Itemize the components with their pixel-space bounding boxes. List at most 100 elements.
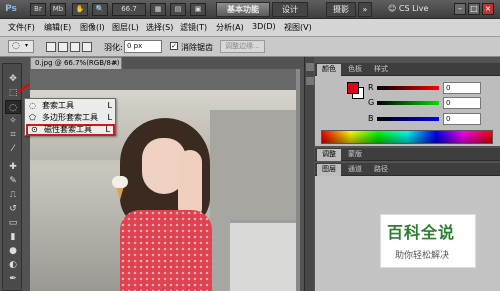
flyout-item-lasso[interactable]: ◌ 套索工具 L: [26, 100, 115, 112]
dodge-tool-icon[interactable]: ◐: [5, 258, 21, 272]
pen-tool-icon[interactable]: ✒: [5, 272, 21, 286]
lasso-icon: ◌: [29, 101, 36, 110]
photo-freezer: [230, 220, 296, 291]
menu-select[interactable]: 选择(S): [146, 22, 173, 33]
crop-tool-icon[interactable]: ⌗: [5, 128, 21, 142]
red-value[interactable]: 0: [443, 82, 481, 94]
intersect-selection-icon[interactable]: [82, 42, 92, 52]
zoom-tool-icon[interactable]: 🔍: [92, 3, 108, 16]
panel-icon-strip: [304, 57, 314, 291]
blue-slider[interactable]: [377, 117, 439, 121]
cs-live-button[interactable]: ☺ CS Live: [388, 4, 428, 13]
menu-analysis[interactable]: 分析(A): [216, 22, 244, 33]
tool-preset-picker[interactable]: ◌ ▾: [8, 40, 34, 53]
workspace-design-button[interactable]: 设计: [272, 2, 308, 17]
tab-adjustments[interactable]: 调整: [317, 149, 341, 161]
antialias-label: 消除锯齿: [181, 43, 213, 52]
history-panel-icon[interactable]: [306, 63, 314, 71]
menu-file[interactable]: 文件(F): [8, 22, 35, 33]
adjust-panel-tabs: 调整 蒙版: [315, 148, 500, 161]
marquee-tool-icon[interactable]: ⬚: [5, 86, 21, 100]
close-icon[interactable]: ×: [482, 3, 494, 15]
feather-label: 羽化:: [104, 43, 123, 52]
eyedropper-tool-icon[interactable]: ⁄: [5, 142, 21, 156]
magnetic-lasso-icon: ⊙: [31, 125, 38, 134]
view-extras-icon[interactable]: ▦: [150, 3, 166, 16]
arrange-documents-icon[interactable]: ▤: [170, 3, 186, 16]
subtract-from-selection-icon[interactable]: [70, 42, 80, 52]
blue-value[interactable]: 0: [443, 113, 481, 125]
blur-tool-icon[interactable]: ●: [5, 244, 21, 258]
feather-input[interactable]: 0 px: [124, 40, 162, 53]
flyout-item-magnetic-lasso[interactable]: ⊙ 磁性套索工具 L: [26, 124, 115, 136]
menu-bar: 文件(F) 编辑(E) 图像(I) 图层(L) 选择(S) 滤镜(T) 分析(A…: [0, 19, 500, 37]
tab-styles[interactable]: 样式: [369, 64, 393, 76]
move-tool-icon[interactable]: ✥: [5, 72, 21, 86]
tab-paths[interactable]: 路径: [369, 164, 393, 176]
tab-channels[interactable]: 通道: [343, 164, 367, 176]
chevron-down-icon: ▾: [25, 42, 29, 49]
flyout-shortcut: L: [107, 101, 112, 110]
new-selection-icon[interactable]: [46, 42, 56, 52]
flyout-label: 磁性套索工具: [44, 125, 92, 134]
tab-color[interactable]: 颜色: [317, 64, 341, 76]
hand-icon[interactable]: ✋: [72, 3, 88, 16]
menu-3d[interactable]: 3D(D): [252, 22, 276, 31]
menu-filter[interactable]: 滤镜(T): [180, 22, 207, 33]
properties-panel-icon[interactable]: [306, 77, 314, 85]
workspace-photography-button[interactable]: 摄影: [326, 2, 356, 17]
quick-selection-tool-icon[interactable]: ✧: [5, 114, 21, 128]
menu-layer[interactable]: 图层(L): [112, 22, 139, 33]
cs-live-icon: ☺: [388, 4, 397, 13]
zoom-level-field[interactable]: 66.7: [112, 3, 146, 16]
screen-mode-icon[interactable]: ▣: [190, 3, 206, 16]
document-tab[interactable]: 0.jpg @ 66.7%(RGB/8#) ×: [30, 57, 122, 69]
eraser-tool-icon[interactable]: ▭: [5, 216, 21, 230]
color-panel-tabs: 颜色 色板 样式: [315, 63, 500, 76]
menu-edit[interactable]: 编辑(E): [44, 22, 71, 33]
watermark-title: 百科全说: [387, 223, 456, 242]
close-document-icon[interactable]: ×: [112, 58, 118, 69]
cs-live-label: CS Live: [398, 4, 429, 13]
tools-panel: ✥ ⬚ ◌ ✧ ⌗ ⁄ ✚ ✎ ⎍ ↺ ▭ ▮ ● ◐ ✒: [2, 63, 22, 291]
photo-dress: [120, 210, 212, 291]
workspace-essentials-button[interactable]: 基本功能: [216, 2, 270, 17]
flyout-shortcut: L: [105, 125, 110, 134]
tab-layers[interactable]: 图层: [317, 164, 341, 176]
blue-label: B: [368, 114, 374, 123]
green-slider[interactable]: [377, 101, 439, 105]
history-brush-tool-icon[interactable]: ↺: [5, 202, 21, 216]
clone-stamp-tool-icon[interactable]: ⎍: [5, 188, 21, 202]
workspace-more-icon[interactable]: »: [358, 2, 372, 17]
minimize-icon[interactable]: –: [454, 3, 466, 15]
photo-ice-cream: [112, 176, 128, 200]
flyout-label: 套索工具: [42, 101, 74, 110]
brush-tool-icon[interactable]: ✎: [5, 174, 21, 188]
ice-cream-cone: [116, 186, 124, 200]
polygonal-lasso-icon: ⬠: [29, 113, 36, 122]
minibridge-button[interactable]: Mb: [50, 3, 66, 16]
flyout-item-polygonal-lasso[interactable]: ⬠ 多边形套索工具 L: [26, 112, 115, 124]
tab-swatches[interactable]: 色板: [343, 64, 367, 76]
gradient-tool-icon[interactable]: ▮: [5, 230, 21, 244]
foreground-color-swatch[interactable]: [347, 82, 359, 94]
lasso-tool-icon[interactable]: ◌: [5, 100, 21, 114]
refine-edge-button[interactable]: 调整边缘...: [220, 40, 265, 53]
green-value[interactable]: 0: [443, 97, 481, 109]
menu-view[interactable]: 视图(V): [284, 22, 312, 33]
add-to-selection-icon[interactable]: [58, 42, 68, 52]
maximize-icon[interactable]: □: [468, 3, 480, 15]
document-title: 0.jpg @ 66.7%(RGB/8#): [35, 59, 120, 67]
tab-masks[interactable]: 蒙版: [343, 149, 367, 161]
ice-cream-scoop: [112, 176, 128, 188]
red-slider[interactable]: [377, 86, 439, 90]
healing-brush-tool-icon[interactable]: ✚: [5, 160, 21, 174]
antialias-checkbox[interactable]: ✓: [170, 42, 178, 50]
photoshop-logo: Ps: [5, 4, 17, 14]
red-label: R: [368, 83, 374, 92]
vertical-scrollbar[interactable]: [296, 69, 300, 291]
watermark-badge: 百科全说 助你轻松解决: [380, 214, 476, 268]
bridge-button[interactable]: Br: [30, 3, 46, 16]
menu-image[interactable]: 图像(I): [80, 22, 105, 33]
color-spectrum-bar[interactable]: [321, 130, 493, 144]
